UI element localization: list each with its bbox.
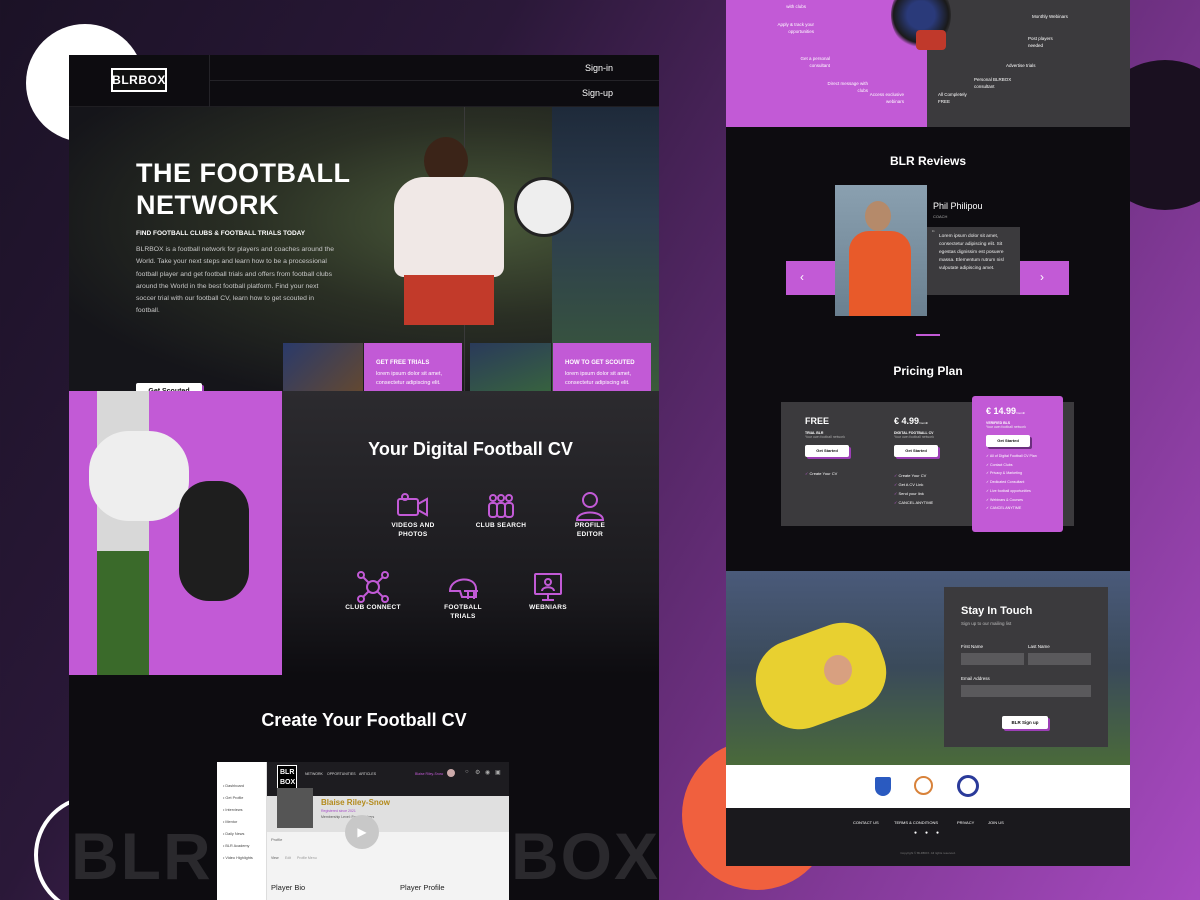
email-label: Email Address <box>961 676 990 681</box>
sidebar-item-mentor[interactable]: • Mentor <box>223 816 262 828</box>
notification-icon[interactable]: ◉ <box>485 769 490 776</box>
tab-profile-menu[interactable]: Profile Menu <box>297 856 317 860</box>
video-camera-icon <box>397 493 428 517</box>
last-name-label: Last Name <box>1028 644 1050 649</box>
tab-opportunities[interactable]: OPPORTUNITIES <box>327 772 356 776</box>
sidebar-item-dashboard[interactable]: • Dashboard <box>223 780 262 792</box>
first-name-field[interactable] <box>961 653 1024 665</box>
get-started-free-button[interactable]: Get Started <box>805 445 849 457</box>
settings-icon[interactable]: ⚙ <box>475 769 480 776</box>
play-icon: ▶ <box>357 825 367 839</box>
footer-link-terms[interactable]: TERMS & CONDITIONS <box>894 820 938 825</box>
player-photo <box>277 788 313 828</box>
footer-link-contact[interactable]: CONTACT US <box>853 820 879 825</box>
twitter-icon[interactable]: ● <box>925 830 928 836</box>
reviews-heading: BLR Reviews <box>889 154 967 168</box>
sidebar-item-daily-news[interactable]: • Daily News <box>223 828 262 840</box>
hero-body: BLRBOX is a football network for players… <box>136 246 334 315</box>
tab-network[interactable]: NETWORK <box>305 772 323 776</box>
header: BLRBOX Sign-in Sign-up <box>69 55 659 107</box>
contact-heading: Stay In Touch <box>961 605 1033 617</box>
profile-label: Profile <box>271 837 283 842</box>
group-icon <box>488 494 514 518</box>
players-image <box>69 391 282 675</box>
tab-view[interactable]: View <box>271 856 279 860</box>
copyright: Copyright © BLRBOX. All rights reserved. <box>900 851 956 855</box>
signup-button[interactable]: BLR Sign up <box>1002 716 1048 729</box>
instagram-icon[interactable]: ● <box>936 830 939 836</box>
landing-page-right: with clubs Apply & track your opportunit… <box>726 0 1130 866</box>
dashboard-user-name[interactable]: Blaise Riley-Snow <box>415 772 443 776</box>
signup-link[interactable]: Sign-up <box>582 88 613 98</box>
email-field[interactable] <box>961 685 1091 697</box>
club-logo-3[interactable] <box>957 775 979 797</box>
review-prev-button[interactable]: ‹ <box>800 270 804 284</box>
review-next-button[interactable]: › <box>1040 270 1044 284</box>
footer: CONTACT US TERMS & CONDITIONS PRIVACY JO… <box>726 808 1130 866</box>
feature-club-search[interactable]: CLUB SEARCH <box>473 491 529 530</box>
avatar[interactable] <box>447 769 455 777</box>
first-name-label: First Name <box>961 644 984 649</box>
presentation-icon <box>534 573 562 601</box>
feature-club-connect[interactable]: CLUB CONNECT <box>345 571 401 612</box>
sidebar-item-get-profile[interactable]: • Get Profile <box>223 792 262 804</box>
watermark-right: BOX <box>511 819 659 893</box>
user-icon <box>575 492 605 521</box>
hero-title: THE FOOTBALL NETWORK <box>136 158 351 220</box>
play-video-button[interactable]: ▶ <box>345 815 379 849</box>
player-banner: Blaise Riley-Snow Registered since 2021 … <box>267 788 509 832</box>
tab-articles[interactable]: ARTICLES <box>359 772 376 776</box>
signin-link[interactable]: Sign-in <box>585 63 613 73</box>
sidebar-item-interviews[interactable]: • Interviews <box>223 804 262 816</box>
create-cv-heading: Create Your Football CV <box>261 710 467 730</box>
footer-link-privacy[interactable]: PRIVACY <box>957 820 974 825</box>
landing-page-left: BLRBOX Sign-in Sign-up THE FOOTBALL NETW… <box>69 55 659 900</box>
pricing-heading: Pricing Plan <box>893 364 963 378</box>
partner-logos <box>726 765 1130 808</box>
digital-cv-heading: Your Digital Football CV <box>368 439 573 459</box>
reviewer-role: COACH <box>933 214 948 219</box>
player-profile-heading: Player Profile <box>400 883 445 892</box>
facebook-icon[interactable]: ● <box>914 830 917 836</box>
network-icon <box>357 571 389 603</box>
helmet-icon <box>448 578 478 599</box>
review-pagination[interactable] <box>916 334 940 336</box>
dashboard-mockup: BLR BOX NETWORK OPPORTUNITIES ARTICLES B… <box>217 762 509 900</box>
stay-in-touch-form: Stay In Touch Sign up to our mailing lis… <box>944 587 1108 747</box>
sidebar-item-video-highlights[interactable]: • Video Highlights <box>223 852 262 864</box>
feature-webinars[interactable]: WEBNIARS <box>520 571 576 612</box>
player-bio-heading: Player Bio <box>271 883 306 892</box>
player-registered: Registered since 2021 <box>321 809 356 813</box>
get-started-verified-button[interactable]: Get Started <box>986 435 1030 447</box>
plan-digital-cv: € 4.99/month DIGITAL FOOTBALL CV Your ow… <box>894 416 974 507</box>
review-quote-box: “ Lorem ipsum dolor sit amet, consectetu… <box>927 227 1020 295</box>
player-name: Blaise Riley-Snow <box>321 798 390 807</box>
club-logo-2[interactable] <box>914 776 933 795</box>
sidebar-item-blr-academy[interactable]: • BLR Academy <box>223 840 262 852</box>
reviewer-name: Phil Philipou <box>933 201 983 211</box>
reviewer-photo <box>835 185 927 316</box>
feature-profile-editor[interactable]: PROFILE EDITOR <box>562 491 618 539</box>
last-name-field[interactable] <box>1028 653 1091 665</box>
tab-edit[interactable]: Edit <box>285 856 291 860</box>
contact-subtitle: Sign up to our mailing list <box>961 621 1012 626</box>
digital-cv-section: Your Digital Football CV VIDEOS AND PHOT… <box>69 391 659 675</box>
cart-icon[interactable]: ▣ <box>495 769 501 776</box>
plan-verified: € 14.99/month VERIFIED BLS Your own foot… <box>972 396 1063 532</box>
club-logo-1[interactable] <box>875 777 891 796</box>
feature-videos[interactable]: VIDEOS AND PHOTOS <box>385 491 441 539</box>
footer-link-join[interactable]: JOIN US <box>988 820 1004 825</box>
feature-football-trials[interactable]: FOOTBALL TRIALS <box>435 571 491 621</box>
logo[interactable]: BLRBOX <box>111 68 167 92</box>
search-icon[interactable]: ○ <box>465 769 469 775</box>
get-started-digital-button[interactable]: Get Started <box>894 445 938 457</box>
dashboard-sidebar: • Dashboard • Get Profile • Interviews •… <box>217 762 267 900</box>
hero-subtitle: FIND FOOTBALL CLUBS & FOOTBALL TRIALS TO… <box>136 230 306 237</box>
quote-icon: “ <box>932 229 935 238</box>
plan-free: FREE TRIAL BLR Your own football network… <box>805 416 885 476</box>
